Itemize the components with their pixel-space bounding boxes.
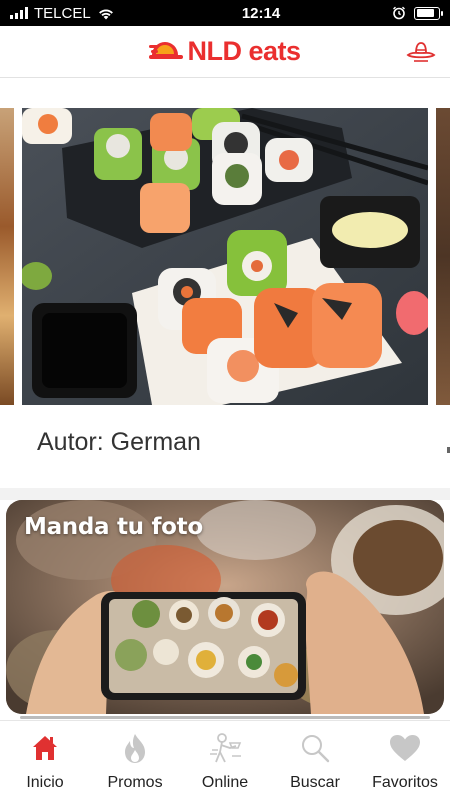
signal-icon [10, 7, 28, 19]
search-icon [298, 731, 332, 765]
nav-label: Favoritos [372, 774, 438, 791]
sushi-illustration [22, 108, 428, 405]
nav-item-online[interactable]: Online [180, 721, 270, 800]
nav-item-promos[interactable]: Promos [90, 721, 180, 800]
status-right [392, 6, 443, 20]
nav-item-favoritos[interactable]: Favoritos [360, 721, 450, 800]
delivery-person-icon [208, 731, 242, 765]
logo-mark-icon [149, 41, 184, 59]
nav-label: Inicio [26, 774, 64, 791]
section-divider [0, 488, 450, 500]
nav-label: Buscar [290, 774, 340, 791]
sushi-platter-photo[interactable] [22, 108, 428, 405]
heart-icon [388, 731, 422, 765]
flame-icon [118, 731, 152, 765]
battery-level [416, 9, 435, 17]
send-photo-title: Manda tu foto [24, 514, 203, 540]
recipe-carousel[interactable] [0, 108, 450, 405]
app-logo[interactable]: NLD eats [149, 36, 301, 67]
nav-label: Promos [107, 774, 163, 791]
battery-icon [414, 6, 443, 20]
carrier-label: TELCEL [34, 4, 91, 22]
send-photo-card[interactable]: Manda tu foto [6, 500, 444, 714]
recipe-author: Autor: German [37, 428, 201, 456]
status-time: 12:14 [241, 4, 281, 22]
nav-label: Online [201, 774, 249, 791]
previous-slide-peek[interactable] [0, 108, 14, 405]
nav-item-inicio[interactable]: Inicio [0, 721, 90, 800]
status-bar: TELCEL 12:14 [0, 0, 450, 26]
status-left: TELCEL [10, 5, 170, 22]
alarm-icon [393, 6, 405, 20]
next-card-peek [20, 716, 430, 719]
bottom-navigation: Inicio Promos Online Buscar Favoritos [0, 720, 450, 800]
next-slide-peek[interactable] [436, 108, 450, 405]
nav-item-buscar[interactable]: Buscar [270, 721, 360, 800]
sombrero-icon [406, 42, 436, 62]
wifi-icon [98, 9, 113, 19]
menu-button[interactable] [406, 38, 436, 66]
logo-text: NLD eats [187, 36, 301, 66]
app-header: NLD eats [0, 26, 450, 78]
home-icon [28, 731, 62, 765]
